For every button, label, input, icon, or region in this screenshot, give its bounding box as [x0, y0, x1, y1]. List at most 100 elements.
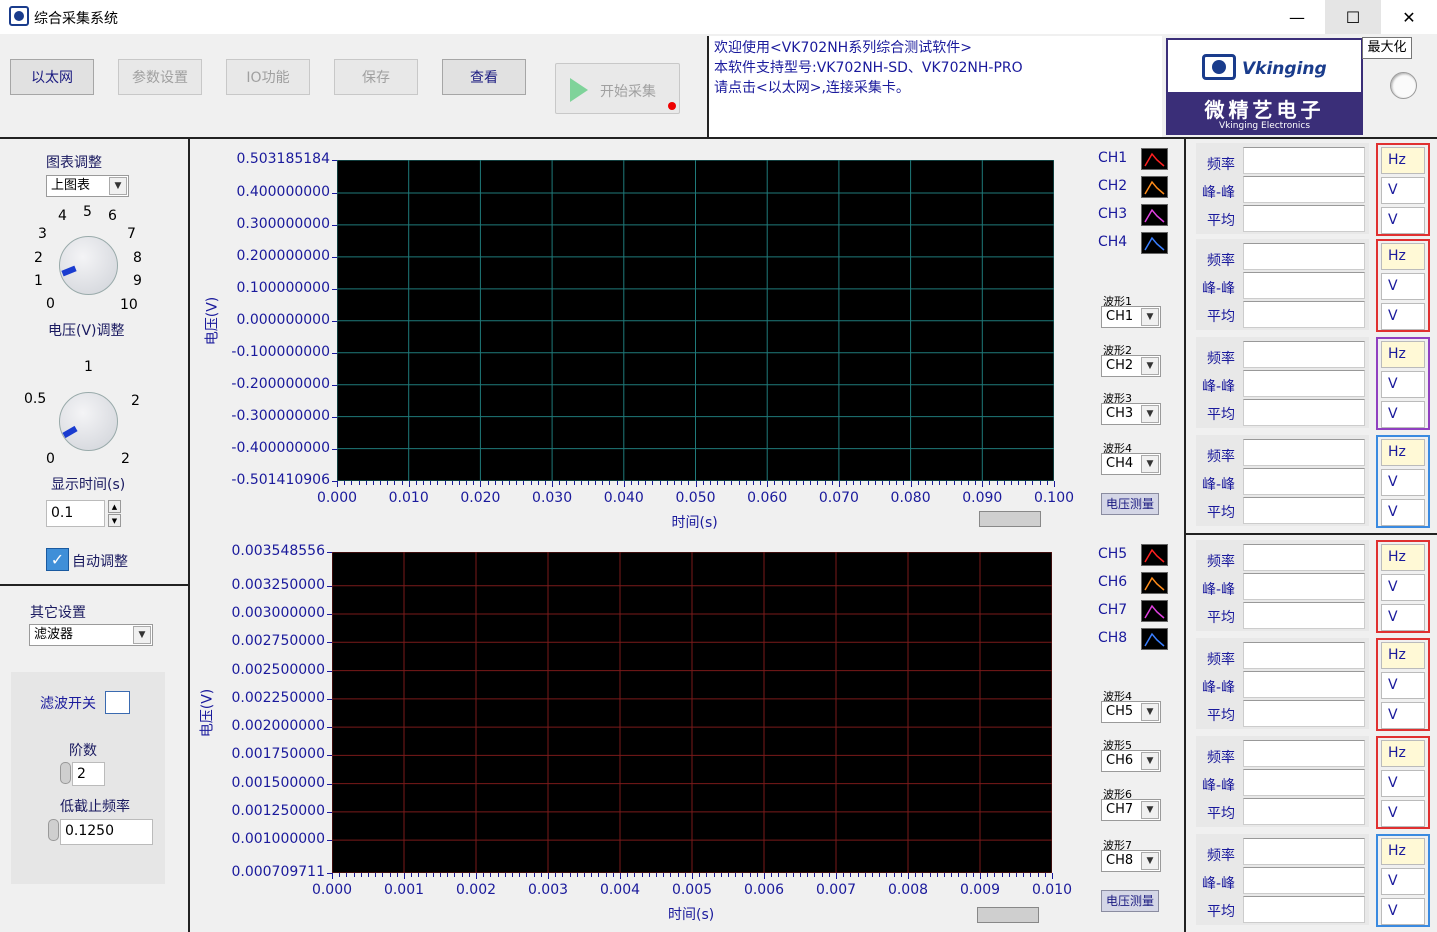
- x-tick-mark: [389, 873, 391, 877]
- io-function-button[interactable]: IO功能: [226, 59, 310, 95]
- x-tick-mark: [346, 873, 348, 877]
- x-tick-mark: [677, 873, 679, 877]
- x-tick-mark: [982, 481, 984, 487]
- time-decrement-icon[interactable]: ▼: [108, 514, 121, 527]
- legend-swatch-icon[interactable]: [1141, 232, 1168, 254]
- x-tick-mark: [731, 481, 733, 485]
- plot-area[interactable]: [337, 160, 1054, 481]
- legend-label: CH8: [1098, 630, 1128, 646]
- unit-label: V: [1381, 702, 1425, 729]
- display-time-input[interactable]: 0.1: [46, 500, 105, 527]
- x-tick-mark: [1023, 873, 1025, 877]
- x-tick-mark: [670, 873, 672, 877]
- close-button[interactable]: ✕: [1381, 0, 1437, 34]
- waveform-select[interactable]: CH3 ▼: [1101, 403, 1161, 425]
- x-tick-label: 0.040: [603, 490, 644, 506]
- x-tick-mark: [695, 481, 697, 487]
- measure-value-field: [1243, 642, 1365, 669]
- unit-label: Hz: [1381, 439, 1425, 466]
- y-tick-label: 0.003000000: [231, 605, 325, 622]
- measure-label: 峰-峰: [1202, 477, 1236, 493]
- measure-value-field: [1243, 370, 1365, 397]
- x-tick-mark: [867, 481, 869, 485]
- waveform-select[interactable]: CH7 ▼: [1101, 799, 1161, 821]
- time-knob-tick: 0.5: [24, 391, 47, 407]
- x-tick-mark: [706, 873, 708, 877]
- time-increment-icon[interactable]: ▲: [108, 500, 121, 513]
- legend-swatch-icon[interactable]: [1141, 600, 1168, 622]
- y-tick-label: 0.100000000: [236, 279, 330, 296]
- legend-swatch-icon[interactable]: [1141, 544, 1168, 566]
- waveform-select[interactable]: CH1 ▼: [1101, 306, 1161, 328]
- x-tick-mark: [915, 873, 917, 877]
- maximize-button[interactable]: ☐: [1325, 0, 1381, 34]
- plot-area[interactable]: [332, 552, 1052, 873]
- legend-swatch-icon[interactable]: [1141, 204, 1168, 226]
- measure-value-field: [1243, 769, 1365, 796]
- voltage-measure-button[interactable]: 电压测量: [1101, 890, 1159, 912]
- waveform-select[interactable]: CH8 ▼: [1101, 850, 1161, 872]
- other-settings-select[interactable]: 滤波器 ▼: [29, 624, 153, 646]
- auto-adjust-checkbox[interactable]: ✓: [46, 548, 69, 571]
- x-tick-label: 0.070: [818, 490, 859, 506]
- minimize-button[interactable]: —: [1269, 0, 1325, 34]
- x-tick-mark: [828, 873, 830, 877]
- x-tick-mark: [566, 481, 568, 485]
- voltage-measure-button[interactable]: 电压测量: [1101, 493, 1159, 515]
- unit-label: V: [1381, 800, 1425, 827]
- legend-swatch-icon[interactable]: [1141, 148, 1168, 170]
- x-tick-mark: [965, 873, 967, 877]
- waveform-select-value: CH2: [1106, 358, 1134, 373]
- measure-label: 峰-峰: [1202, 680, 1236, 696]
- x-tick-mark: [612, 873, 614, 877]
- x-tick-label: 0.001: [383, 882, 425, 898]
- x-tick-mark: [831, 481, 833, 485]
- time-knob-tick: 0: [46, 451, 55, 467]
- voltage-knob[interactable]: [59, 236, 118, 295]
- waveform-select[interactable]: CH4 ▼: [1101, 453, 1161, 475]
- graph-tools-palette[interactable]: [979, 511, 1041, 527]
- cutoff-frequency-input[interactable]: 0.1250: [60, 819, 153, 845]
- waveform-select[interactable]: CH6 ▼: [1101, 750, 1161, 772]
- x-tick-mark: [972, 873, 974, 877]
- measure-value-field: [1243, 243, 1365, 270]
- measure-value-field: [1243, 798, 1365, 825]
- chevron-down-icon: ▼: [1141, 703, 1159, 721]
- start-acquisition-label: 开始采集: [600, 84, 656, 100]
- x-tick-mark: [587, 481, 589, 485]
- legend-swatch-icon[interactable]: [1141, 572, 1168, 594]
- display-time-label: 显示时间(s): [51, 477, 126, 493]
- x-tick-mark: [548, 873, 549, 879]
- x-tick-mark: [874, 481, 876, 485]
- save-button[interactable]: 保存: [334, 59, 418, 95]
- order-spinner-icon[interactable]: [60, 762, 71, 784]
- view-button[interactable]: 查看: [442, 59, 526, 95]
- cutoff-spinner-icon[interactable]: [48, 819, 59, 841]
- x-tick-mark: [953, 481, 955, 485]
- filter-switch-checkbox[interactable]: [105, 691, 130, 714]
- legend-swatch-icon[interactable]: [1141, 628, 1168, 650]
- legend-label: CH4: [1098, 234, 1128, 250]
- x-tick-mark: [609, 481, 611, 485]
- x-tick-mark: [620, 873, 621, 879]
- x-tick-mark: [540, 873, 542, 877]
- x-tick-mark: [623, 481, 625, 487]
- x-tick-mark: [836, 873, 837, 879]
- measure-value-field: [1243, 544, 1365, 571]
- ethernet-button[interactable]: 以太网: [10, 59, 94, 95]
- x-tick-mark: [699, 873, 701, 877]
- graph-tools-palette[interactable]: [977, 907, 1039, 923]
- x-tick-mark: [512, 873, 513, 877]
- measure-value-field: [1243, 700, 1365, 727]
- x-tick-mark: [817, 481, 819, 485]
- x-tick-mark: [562, 873, 564, 877]
- chart-select[interactable]: 上图表 ▼: [46, 175, 129, 197]
- waveform-select[interactable]: CH5 ▼: [1101, 701, 1161, 723]
- start-acquisition-button[interactable]: 开始采集: [555, 63, 680, 114]
- display-time-knob[interactable]: [59, 392, 118, 451]
- x-tick-mark: [461, 873, 463, 877]
- filter-order-input[interactable]: 2: [72, 762, 105, 786]
- legend-swatch-icon[interactable]: [1141, 176, 1168, 198]
- param-settings-button[interactable]: 参数设置: [118, 59, 202, 95]
- waveform-select[interactable]: CH2 ▼: [1101, 355, 1161, 377]
